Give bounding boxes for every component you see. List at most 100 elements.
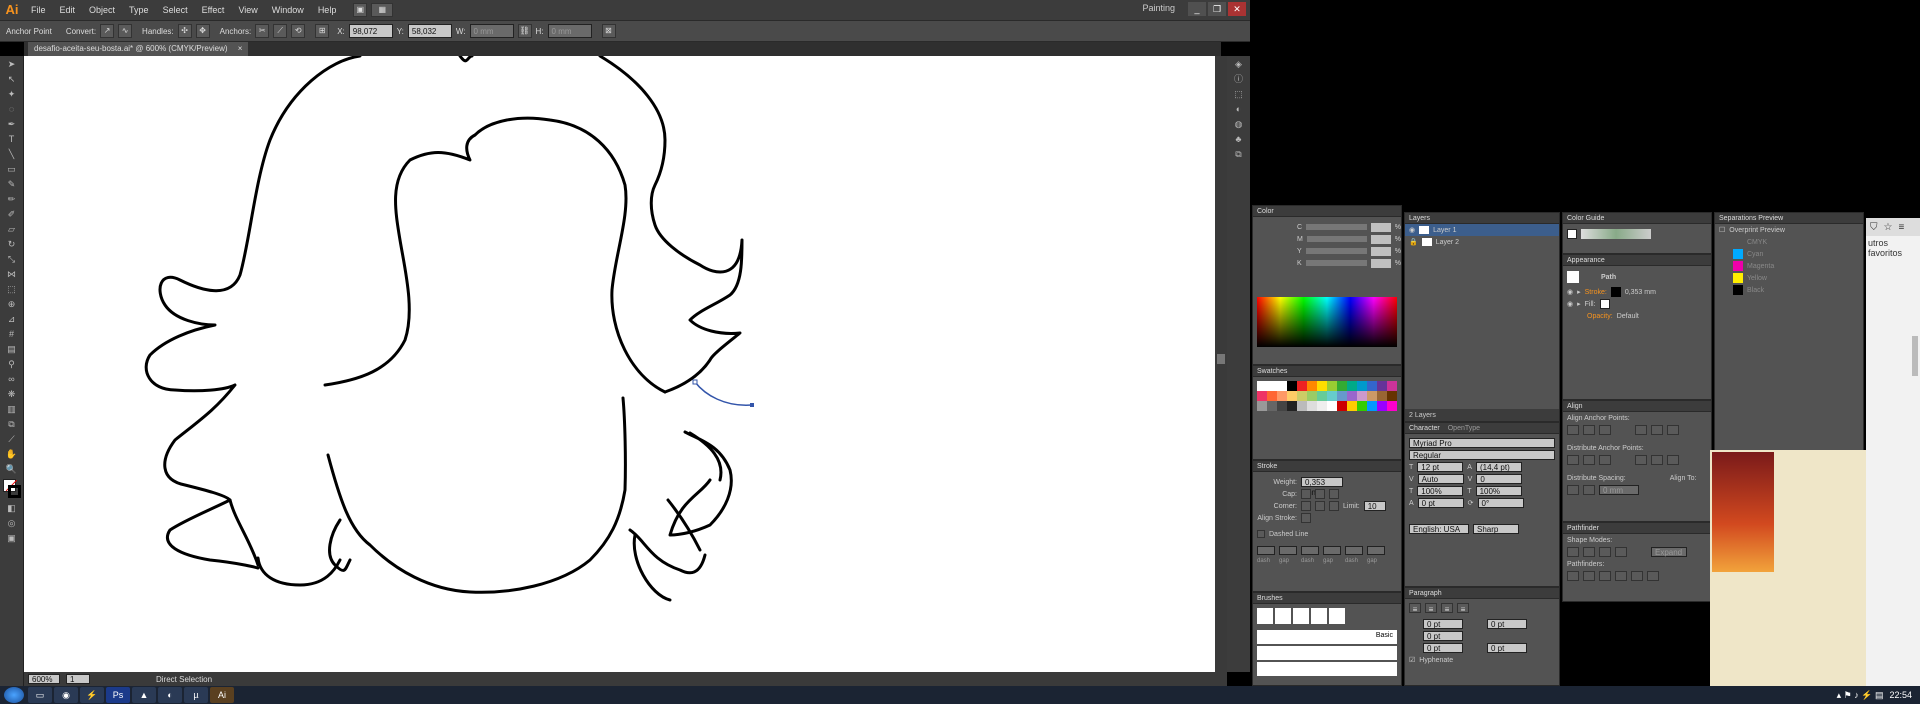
m-value[interactable] [1370, 234, 1391, 244]
opacity-label[interactable]: Opacity: [1587, 313, 1613, 320]
y-slider[interactable] [1305, 248, 1367, 254]
menu-effect[interactable]: Effect [195, 0, 232, 20]
align-right-icon[interactable]: ≡ [1441, 603, 1453, 614]
brush-tips[interactable] [1253, 604, 1401, 628]
font-style-field[interactable]: Regular [1409, 450, 1555, 460]
menu-icon[interactable]: ≡ [1898, 222, 1904, 233]
hyphenate-row[interactable]: ☑ Hyphenate [1405, 654, 1559, 666]
align-left-anchor-icon[interactable] [1567, 425, 1579, 435]
align-center-icon[interactable]: ≡ [1425, 603, 1437, 614]
link-icon[interactable]: ⛓ [517, 24, 532, 38]
close-tab-icon[interactable]: × [238, 44, 243, 53]
fill-eye-icon[interactable]: ◉ [1567, 300, 1573, 308]
brush-stroke-3[interactable] [1257, 662, 1397, 676]
distribute-hcenter-icon[interactable] [1651, 455, 1663, 465]
mesh-tool-icon[interactable]: # [4, 328, 20, 340]
stroke-attribute-label[interactable]: Stroke: [1585, 289, 1607, 296]
color-spectrum[interactable] [1257, 297, 1397, 347]
miter-join-icon[interactable] [1301, 501, 1311, 511]
navigator-icon[interactable]: ◈ [1231, 58, 1247, 70]
selection-tool-icon[interactable]: ➤ [4, 58, 20, 70]
shape-builder-tool-icon[interactable]: ⊕ [4, 298, 20, 310]
base-color-swatch[interactable] [1567, 229, 1577, 239]
limit-field[interactable]: 10 [1363, 501, 1386, 511]
direct-selection-tool-icon[interactable]: ↖ [4, 73, 20, 85]
eyedropper-tool-icon[interactable]: ⚲ [4, 358, 20, 370]
crop-icon[interactable] [1615, 571, 1627, 581]
dash-2[interactable] [1301, 545, 1319, 555]
fill-attribute-label[interactable]: Fill: [1585, 301, 1596, 308]
distribute-top-icon[interactable] [1567, 455, 1579, 465]
close-button[interactable]: ✕ [1228, 2, 1246, 16]
distribute-bottom-icon[interactable] [1599, 455, 1611, 465]
remove-anchor-icon[interactable]: ✂ [255, 24, 270, 38]
layer-2-name[interactable]: Layer 2 [1436, 239, 1459, 246]
gap-3[interactable] [1367, 545, 1385, 555]
fill-expand-icon[interactable]: ▸ [1577, 300, 1581, 308]
vlc-task-icon[interactable]: ▲ [132, 687, 156, 703]
hyphenate-checkbox[interactable]: ☑ [1409, 656, 1415, 664]
hide-handles-icon[interactable]: ✥ [195, 24, 210, 38]
round-join-icon[interactable] [1315, 501, 1325, 511]
font-family-field[interactable]: Myriad Pro [1409, 438, 1555, 448]
stroke-swatch[interactable] [7, 485, 21, 498]
minus-back-icon[interactable] [1647, 571, 1659, 581]
fill-attribute-row[interactable]: ◉ ▸ Fill: [1563, 298, 1711, 310]
zoom-tool-icon[interactable]: 🔍 [4, 463, 20, 475]
k-value[interactable] [1370, 258, 1391, 268]
expand-button[interactable]: Expand [1651, 547, 1687, 557]
distribute-right-icon[interactable] [1667, 455, 1679, 465]
spacing-field[interactable]: 0 mm [1599, 485, 1639, 495]
menu-file[interactable]: File [24, 0, 53, 20]
rotation-field[interactable]: 0° [1477, 498, 1524, 508]
horizontal-scale-field[interactable]: 100% [1475, 486, 1522, 496]
menu-type[interactable]: Type [122, 0, 156, 20]
steam-task-icon[interactable]: ◐ [158, 687, 182, 703]
artboards-icon[interactable]: ⧉ [1231, 148, 1247, 160]
pencil-tool-icon[interactable]: ✏ [4, 193, 20, 205]
m-slider[interactable] [1306, 236, 1367, 242]
swatch-grid[interactable] [1253, 377, 1401, 415]
antialiasing-field[interactable]: Sharp [1473, 524, 1519, 534]
align-left-icon[interactable]: ≡ [1409, 603, 1421, 614]
layer-row-2[interactable]: 🔒 Layer 2 [1405, 236, 1559, 248]
dashed-checkbox[interactable] [1257, 530, 1265, 538]
paintbrush-tool-icon[interactable]: ✎ [4, 178, 20, 190]
clock[interactable]: 22:54 [1889, 690, 1912, 700]
hand-tool-icon[interactable]: ✋ [4, 448, 20, 460]
k-slider[interactable] [1305, 260, 1367, 266]
type-tool-icon[interactable]: T [4, 133, 20, 145]
space-before-field[interactable]: 0 pt [1423, 643, 1463, 653]
dash-3[interactable] [1345, 545, 1363, 555]
winamp-task-icon[interactable]: ⚡ [80, 687, 104, 703]
exclude-icon[interactable] [1615, 547, 1627, 557]
c-value[interactable] [1370, 222, 1391, 232]
stroke-eye-icon[interactable]: ◉ [1567, 288, 1573, 296]
illustrator-task-icon[interactable]: Ai [210, 687, 234, 703]
pen-tool-icon[interactable]: ✒ [4, 118, 20, 130]
kerning-field[interactable]: Auto [1417, 474, 1464, 484]
vertical-scale-field[interactable]: 100% [1417, 486, 1464, 496]
plate-cmyk[interactable]: CMYK [1715, 236, 1863, 248]
fill-none-swatch[interactable] [1599, 299, 1610, 309]
browser-favorites-label[interactable]: utros favoritos [1866, 236, 1920, 260]
screen-mode-icon[interactable]: ▣ [4, 532, 20, 544]
scale-tool-icon[interactable]: ⤡ [4, 253, 20, 265]
right-indent-field[interactable]: 0 pt [1487, 619, 1527, 629]
start-button[interactable] [4, 687, 24, 703]
plate-magenta[interactable]: Magenta [1715, 260, 1863, 272]
magic-wand-tool-icon[interactable]: ✦ [4, 88, 20, 100]
distribute-vcenter-icon[interactable] [1583, 455, 1595, 465]
weight-field[interactable]: 0,353 mm [1301, 477, 1343, 497]
plate-yellow[interactable]: Yellow [1715, 272, 1863, 284]
distribute-left-icon[interactable] [1635, 455, 1647, 465]
slice-tool-icon[interactable]: ⟋ [4, 433, 20, 445]
show-handles-icon[interactable]: ✣ [177, 24, 192, 38]
anchor-point-end[interactable] [750, 403, 754, 407]
current-tool-status[interactable]: Direct Selection [156, 675, 212, 684]
document-tab[interactable]: desafio-aceita-seu-bosta.ai* @ 600% (CMY… [28, 42, 249, 56]
chrome-task-icon[interactable]: ◉ [54, 687, 78, 703]
tray-icons[interactable]: ▴ ⚑ ♪ ⚡ ▤ [1837, 690, 1884, 701]
intersect-icon[interactable] [1599, 547, 1611, 557]
convert-smooth-icon[interactable]: ∿ [118, 24, 133, 38]
